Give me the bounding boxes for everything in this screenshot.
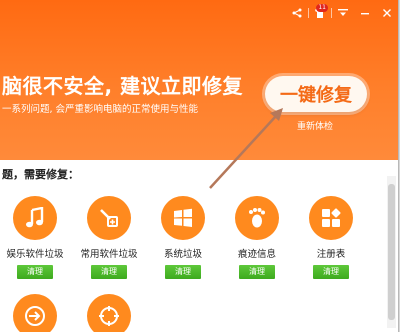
messages-button[interactable]: 11: [309, 4, 331, 22]
close-button[interactable]: [376, 4, 398, 22]
cleanup-item-extra-1: [0, 294, 70, 332]
title-bar: 11: [286, 4, 398, 22]
footprint-icon[interactable]: [235, 196, 279, 240]
item-label: 娱乐软件垃圾: [6, 249, 64, 260]
item-label: 痕迹信息: [237, 249, 276, 260]
menu-icon: [338, 9, 348, 16]
cleanup-item-common-software: 常用软件垃圾 清理: [74, 196, 144, 279]
windows-icon[interactable]: [161, 196, 205, 240]
scrollbar[interactable]: [387, 176, 396, 328]
close-icon: [383, 9, 391, 17]
clean-button[interactable]: 清理: [165, 265, 201, 279]
music-note-icon[interactable]: [13, 196, 57, 240]
clean-button[interactable]: 清理: [239, 265, 275, 279]
section-title: 题，需要修复：: [2, 168, 79, 181]
status-headline: 脑很不安全, 建议立即修复: [2, 74, 244, 98]
clean-button[interactable]: 清理: [17, 265, 53, 279]
share-button[interactable]: [286, 4, 308, 22]
cleanup-item-extra-2: [74, 294, 144, 332]
clean-button[interactable]: 清理: [313, 265, 349, 279]
minimize-icon: [361, 13, 369, 15]
cleanup-item-traces: 痕迹信息 清理: [222, 196, 292, 279]
target-icon[interactable]: [87, 294, 131, 332]
share-icon: [292, 8, 302, 18]
arrow-in-icon[interactable]: [13, 294, 57, 332]
cleanup-item-system: 系统垃圾 清理: [148, 196, 218, 279]
registry-blocks-icon[interactable]: [309, 196, 353, 240]
cleanup-item-registry: 注册表 清理: [296, 196, 366, 279]
status-subline: 一系列问题, 会严重影响电脑的正常使用与性能: [2, 104, 199, 115]
recheck-link[interactable]: 重新体检: [297, 119, 333, 132]
clean-button[interactable]: 清理: [91, 265, 127, 279]
cleanup-item-entertainment: 娱乐软件垃圾 清理: [0, 196, 70, 279]
menu-button[interactable]: [332, 4, 354, 22]
item-label: 注册表: [316, 249, 346, 260]
status-banner: 11 脑很不安全, 建议立即修复 一系列问题, 会严重影响电脑的正常使用与性能 …: [0, 0, 398, 160]
main-window: 11 脑很不安全, 建议立即修复 一系列问题, 会严重影响电脑的正常使用与性能 …: [0, 0, 399, 332]
scrollbar-thumb[interactable]: [388, 184, 395, 320]
notification-badge: 11: [316, 4, 328, 12]
item-label: 系统垃圾: [163, 249, 202, 260]
item-label: 常用软件垃圾: [80, 249, 138, 260]
one-click-fix-button[interactable]: 一键修复: [265, 76, 367, 112]
brush-icon[interactable]: [87, 196, 131, 240]
minimize-button[interactable]: [354, 4, 376, 22]
